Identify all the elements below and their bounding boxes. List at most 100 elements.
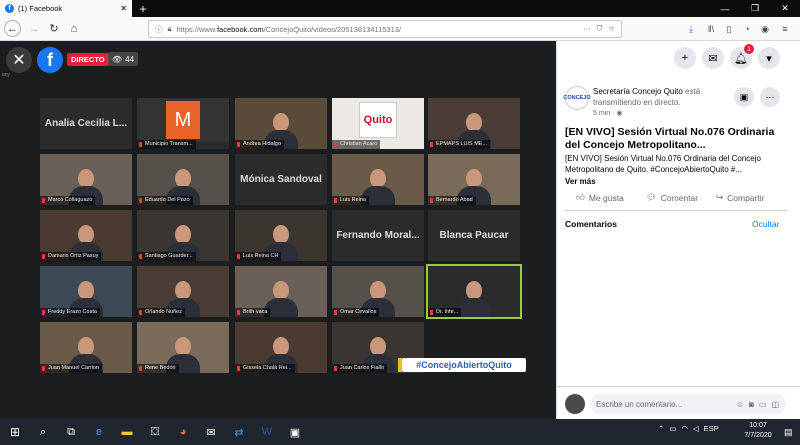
participant-tile: Orlando Nuñez: [137, 266, 229, 317]
user-avatar[interactable]: [565, 394, 585, 414]
participant-name: Luis Reina: [332, 196, 369, 205]
participant-tile: Fernando Moral...: [332, 210, 424, 261]
participant-tile: Dr. Inte...: [426, 264, 522, 319]
task-view-icon[interactable]: ⧉: [58, 419, 84, 445]
participant-tile: Rene Bedón: [137, 322, 229, 373]
post-options-icon[interactable]: ···: [760, 87, 780, 107]
notification-count-badge: 1: [744, 44, 754, 54]
minimize-button[interactable]: —: [710, 0, 740, 17]
participant-name-large: Blanca Paucar: [439, 230, 509, 241]
library-icon[interactable]: ‖\: [703, 21, 719, 37]
store-icon[interactable]: ⛋: [142, 419, 168, 445]
messenger-icon[interactable]: ✉: [702, 47, 724, 69]
language-indicator[interactable]: ESP: [704, 424, 719, 433]
share-arrow-icon: ↪: [716, 192, 724, 202]
facebook-logo-icon[interactable]: f: [37, 47, 63, 73]
post-timestamp[interactable]: 5 min · ◉: [593, 109, 622, 117]
firefox-icon[interactable]: ◕: [170, 419, 196, 445]
action-center-icon[interactable]: ▤: [784, 427, 793, 438]
live-badge: DIRECTO: [67, 53, 109, 66]
account-icon[interactable]: ◉: [757, 21, 773, 37]
page-name-link[interactable]: Secretaría Concejo Quito: [593, 87, 683, 96]
participant-tile: Eduardo Del Pozo: [137, 154, 229, 205]
gif-icon[interactable]: ▭: [759, 400, 767, 409]
participant-name: Eduardo Del Pozo: [137, 196, 193, 205]
app-icon[interactable]: ▣: [282, 419, 308, 445]
post-title: [EN VIVO] Sesión Virtual No.076 Ordinari…: [565, 126, 775, 151]
participant-tile: Luis Reina: [332, 154, 424, 205]
participant-name: Freddy Erazo Costa: [40, 308, 100, 317]
pocket-icon[interactable]: ⛉: [597, 24, 603, 34]
battery-icon[interactable]: ▭: [669, 424, 676, 433]
participant-name: Christian Acaro: [332, 140, 381, 149]
participant-tile: Omar Cevallos: [332, 266, 424, 317]
maximize-button[interactable]: ❐: [740, 0, 770, 17]
mail-icon[interactable]: ✉: [198, 419, 224, 445]
page-avatar[interactable]: CONCEJO: [563, 86, 591, 110]
viewer-count: 👁︎ 44: [108, 52, 139, 66]
extension-icon[interactable]: ◔: [739, 21, 755, 37]
participant-tile: Marco Collaguazo: [40, 154, 132, 205]
menu-icon[interactable]: ≡: [777, 21, 793, 37]
clock[interactable]: 10:07 7/7/2020: [738, 421, 778, 441]
close-video-button[interactable]: ✕: [6, 47, 32, 73]
participant-name: Juan Manuel Carrion: [40, 364, 103, 373]
participant-name-large: Quito: [332, 98, 424, 142]
participant-tile: Gissela Chalá Rei...: [235, 322, 327, 373]
search-icon[interactable]: ⌕: [30, 419, 56, 445]
create-plus-button[interactable]: +: [674, 47, 696, 69]
participant-tile: Mónica Sandoval: [235, 154, 327, 205]
forward-arrow-icon[interactable]: →: [24, 19, 44, 39]
lock-icon[interactable]: 🔒︎: [168, 24, 172, 34]
see-more-link[interactable]: Ver más: [565, 177, 596, 186]
thumbs-up-icon: 👍︎: [576, 192, 585, 202]
participant-name: Omar Cevallos: [332, 308, 380, 317]
url-bar[interactable]: ⓘ 🔒︎ https://www.facebook.com/ConcejoQui…: [148, 20, 622, 38]
reload-icon[interactable]: ↻: [44, 19, 64, 39]
emoji-icon[interactable]: ☺: [736, 400, 744, 409]
save-post-icon[interactable]: ▣: [734, 87, 754, 107]
participant-name: Gissela Chalá Rei...: [235, 364, 295, 373]
downloads-icon[interactable]: ⤓: [683, 21, 699, 37]
home-icon[interactable]: ⌂: [64, 19, 84, 39]
windows-start-icon[interactable]: ⊞: [2, 419, 28, 445]
comment-input[interactable]: Escribe un comentario... ☺ ◙ ▭ ◫: [590, 394, 786, 414]
camera-icon[interactable]: ◙: [749, 400, 754, 409]
file-explorer-icon[interactable]: ▬: [114, 419, 140, 445]
participant-name: Orlando Nuñez: [137, 308, 185, 317]
new-tab-button[interactable]: +: [136, 0, 150, 17]
browser-tab[interactable]: f (1) Facebook ✕: [0, 0, 132, 17]
more-actions-icon[interactable]: ···: [583, 24, 591, 34]
sticker-icon[interactable]: ◫: [771, 400, 779, 409]
bookmark-star-icon[interactable]: ☆: [608, 24, 615, 34]
participant-name: Luis Reina CH: [235, 252, 282, 261]
participant-tile: Santiago Guarder...: [137, 210, 229, 261]
teamviewer-icon[interactable]: ⇄: [226, 419, 252, 445]
tab-title: (1) Facebook: [18, 4, 63, 13]
info-icon[interactable]: ⓘ: [155, 24, 163, 35]
hide-comments-link[interactable]: Ocultar: [752, 219, 779, 229]
divider: [565, 210, 787, 211]
participant-tile: M Municipio Transm...: [137, 98, 229, 149]
participant-tile: Andrea Hidalgo: [235, 98, 327, 149]
comment-button[interactable]: 💬︎ Comentar: [646, 192, 698, 203]
share-button[interactable]: ↪ Compartir: [716, 192, 764, 203]
participant-name: Andrea Hidalgo: [235, 140, 284, 149]
participant-tile: Damaris Ortiz Pasuy: [40, 210, 132, 261]
participant-name-large: Analia Cecilia L...: [44, 118, 128, 129]
like-button[interactable]: 👍︎ Me gusta: [576, 192, 624, 203]
window-close-button[interactable]: ✕: [770, 0, 800, 17]
facebook-favicon-icon: f: [5, 4, 14, 13]
chevron-up-icon[interactable]: ⌃: [658, 424, 664, 433]
participant-name: Brith vaca: [235, 308, 271, 317]
back-arrow-icon[interactable]: ←: [4, 20, 21, 37]
participant-name: Bernardo Abad: [428, 196, 476, 205]
orange-logo: M: [166, 101, 200, 139]
volume-icon[interactable]: ◁: [693, 424, 699, 433]
word-icon[interactable]: W: [254, 419, 280, 445]
tab-close-icon[interactable]: ✕: [120, 4, 127, 13]
account-menu-chevron-icon[interactable]: ▾: [758, 47, 780, 69]
network-icon[interactable]: ◠: [681, 424, 688, 433]
sidebar-icon[interactable]: ▯: [721, 21, 737, 37]
edge-icon[interactable]: e: [86, 419, 112, 445]
